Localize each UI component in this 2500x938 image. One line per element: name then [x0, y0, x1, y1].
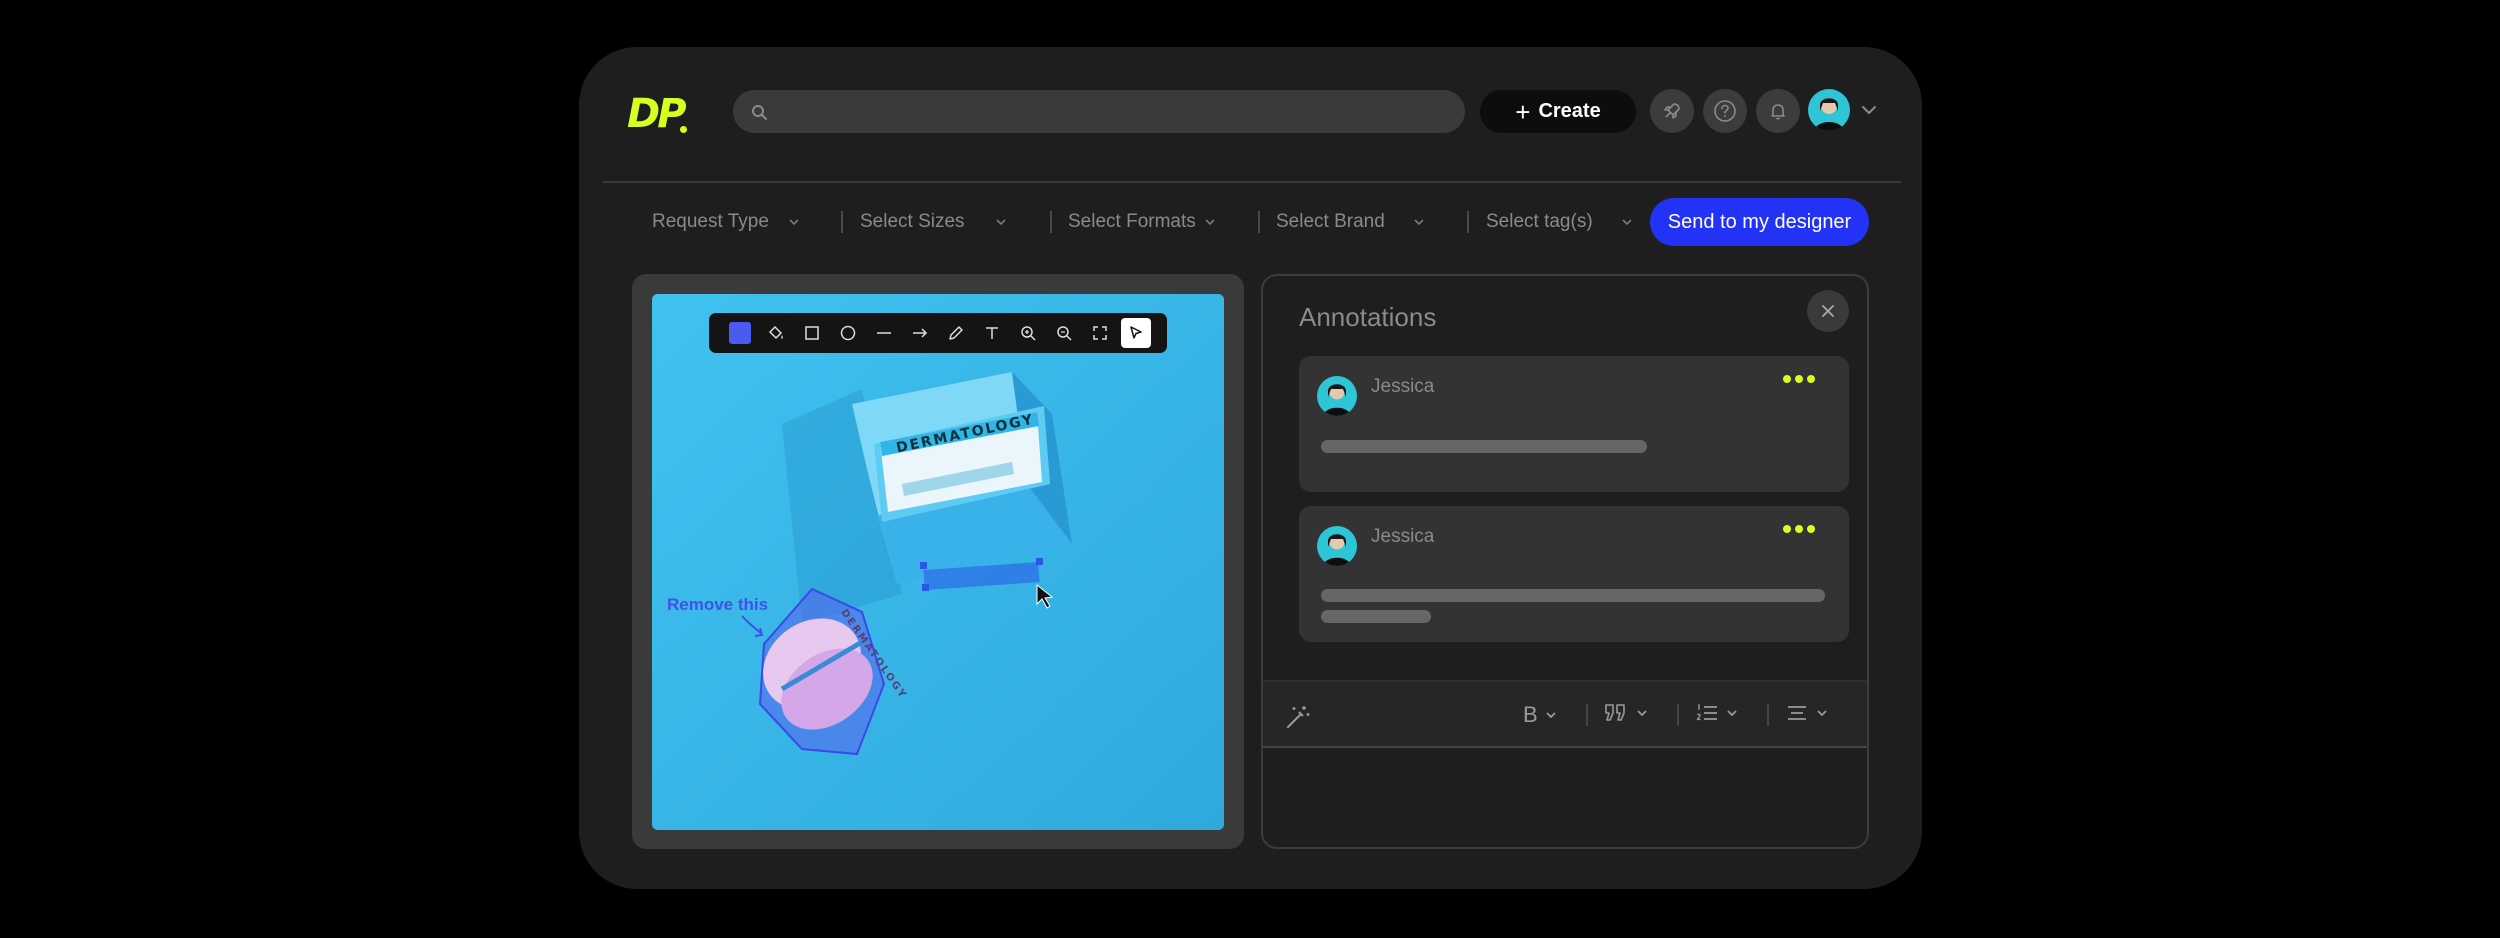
chevron-down-icon — [1205, 219, 1215, 226]
filter-label: Request Type — [652, 211, 769, 232]
chevron-down-icon — [996, 219, 1006, 226]
ellipse-icon — [840, 325, 856, 341]
comment-card[interactable]: Jessica — [1299, 356, 1849, 492]
magic-wand-icon[interactable] — [1285, 704, 1311, 730]
chevron-down-icon — [1637, 710, 1647, 717]
align-icon — [1788, 706, 1806, 720]
annotation-label[interactable]: Remove this — [667, 595, 768, 615]
avatar — [1317, 376, 1357, 416]
rectangle-icon — [805, 326, 819, 340]
drawing-toolbar — [709, 313, 1167, 353]
search-icon — [752, 105, 767, 120]
more-options-icon[interactable] — [1783, 375, 1815, 383]
toolbar-separator — [1767, 704, 1769, 726]
toolbar-separator — [1586, 704, 1588, 726]
chevron-down-icon[interactable] — [1858, 99, 1880, 121]
arrow-icon — [913, 328, 928, 338]
fit-screen-tool[interactable] — [1082, 313, 1118, 353]
header-divider — [603, 181, 1901, 183]
comment-card[interactable]: Jessica — [1299, 506, 1849, 642]
filter-brand[interactable]: Select Brand — [1276, 205, 1424, 239]
help-icon — [1714, 100, 1736, 122]
filter-tags[interactable]: Select tag(s) — [1486, 205, 1632, 239]
fit-screen-icon — [1093, 326, 1107, 340]
fill-icon — [768, 325, 783, 340]
rectangle-tool[interactable] — [794, 313, 830, 353]
notifications-button[interactable] — [1756, 89, 1800, 133]
filter-label: Select tag(s) — [1486, 211, 1593, 232]
more-options-icon[interactable] — [1783, 525, 1815, 533]
chevron-down-icon — [1414, 219, 1424, 226]
search-bar[interactable] — [733, 90, 1465, 133]
text-icon — [986, 327, 998, 339]
quote-icon — [1605, 704, 1625, 721]
chevron-down-icon — [1546, 712, 1556, 719]
product-photo — [652, 294, 1224, 830]
filter-sizes[interactable]: Select Sizes — [860, 205, 1006, 239]
chevron-down-icon — [1817, 710, 1827, 717]
list-dropdown[interactable] — [1695, 702, 1739, 724]
select-tool[interactable] — [1118, 313, 1154, 353]
fill-tool[interactable] — [758, 313, 794, 353]
align-dropdown[interactable] — [1785, 702, 1829, 724]
user-avatar[interactable] — [1808, 89, 1850, 131]
filter-label: Select Brand — [1276, 211, 1385, 232]
zoom-out-tool[interactable] — [1046, 313, 1082, 353]
filter-separator — [841, 211, 843, 233]
comment-text-placeholder — [1321, 589, 1825, 602]
zoom-in-tool[interactable] — [1010, 313, 1046, 353]
avatar — [1317, 526, 1357, 566]
help-button[interactable] — [1703, 89, 1747, 133]
editor-toolbar: B — [1263, 682, 1867, 746]
comment-text-placeholder — [1321, 440, 1647, 453]
bell-icon — [1771, 104, 1785, 120]
filter-separator — [1050, 211, 1052, 233]
arrow-tool[interactable] — [902, 313, 938, 353]
ellipse-tool[interactable] — [830, 313, 866, 353]
color-picker[interactable] — [722, 313, 758, 353]
bold-dropdown[interactable]: B — [1523, 702, 1558, 728]
comment-editor[interactable] — [1263, 748, 1867, 847]
zoom-in-icon — [1021, 326, 1036, 341]
launch-button[interactable] — [1650, 89, 1694, 133]
chevron-down-icon — [789, 219, 799, 226]
image-canvas[interactable]: DERMATOLOGY DERMATOLOGY Remove this — [652, 294, 1224, 830]
toolbar-separator — [1677, 704, 1679, 726]
quote-dropdown[interactable] — [1603, 702, 1649, 724]
color-swatch — [729, 322, 751, 344]
select-cursor-icon — [1130, 326, 1142, 339]
create-button[interactable]: + Create — [1480, 90, 1636, 133]
numbered-list-icon — [1696, 704, 1717, 721]
filter-request-type[interactable]: Request Type — [652, 205, 799, 239]
filter-label: Select Formats — [1068, 211, 1196, 232]
logo[interactable]: DP — [627, 92, 687, 136]
text-tool[interactable] — [974, 313, 1010, 353]
comment-author: Jessica — [1371, 526, 1435, 547]
line-tool[interactable] — [866, 313, 902, 353]
filter-formats[interactable]: Select Formats — [1068, 205, 1215, 239]
plus-icon: + — [1515, 96, 1531, 127]
bold-icon: B — [1523, 702, 1538, 727]
panel-title: Annotations — [1299, 302, 1437, 332]
create-button-label: Create — [1538, 100, 1601, 122]
comment-text-placeholder — [1321, 610, 1431, 623]
chevron-down-icon — [1622, 219, 1632, 226]
chevron-down-icon — [1727, 710, 1737, 717]
filter-label: Select Sizes — [860, 211, 965, 232]
annotations-panel: Annotations Jessica Jessica B — [1261, 274, 1869, 849]
rocket-icon — [1664, 103, 1680, 119]
pen-icon — [949, 326, 963, 340]
close-icon — [1822, 305, 1834, 317]
search-input[interactable] — [777, 90, 1447, 133]
send-to-designer-button[interactable]: Send to my designer — [1650, 198, 1869, 246]
line-icon — [877, 332, 891, 334]
filter-separator — [1258, 211, 1260, 233]
zoom-out-icon — [1057, 326, 1072, 341]
pen-tool[interactable] — [938, 313, 974, 353]
logo-registered-dot — [680, 126, 687, 133]
filter-separator — [1467, 211, 1469, 233]
comment-author: Jessica — [1371, 376, 1435, 397]
close-button[interactable] — [1807, 290, 1849, 332]
